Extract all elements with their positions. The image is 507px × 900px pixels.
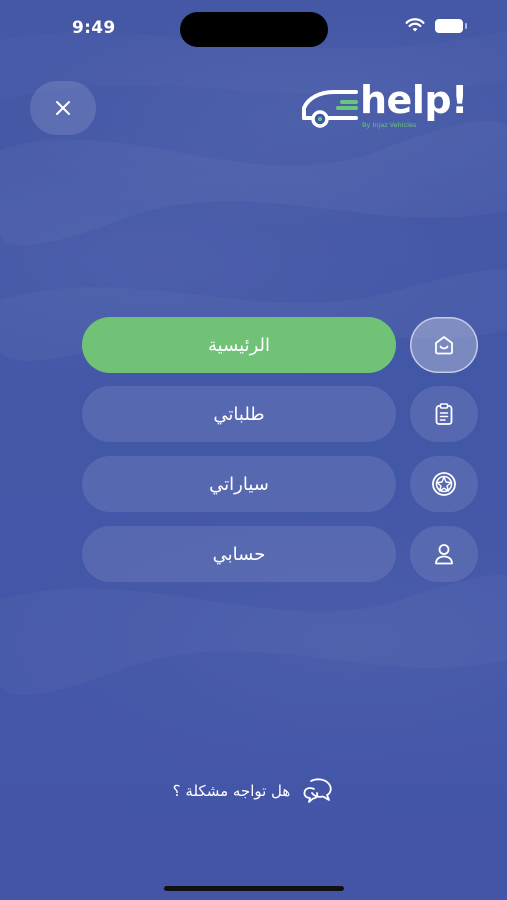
menu-label-home: الرئيسية [208, 334, 270, 356]
user-icon [435, 544, 453, 565]
menu-item-orders: طلباتي [0, 386, 507, 442]
help-link[interactable]: هل تواجه مشكلة ؟ [0, 776, 507, 806]
menu-icon-button-account[interactable] [410, 526, 478, 582]
menu-icon-button-cars[interactable] [410, 456, 478, 512]
menu-button-account[interactable]: حسابي [82, 526, 396, 582]
home-indicator [164, 886, 344, 891]
status-time: 9:49 [72, 18, 116, 38]
menu-icon-button-orders[interactable] [410, 386, 478, 442]
menu-label-orders: طلباتي [213, 403, 265, 425]
menu-item-home: الرئيسية [0, 317, 507, 373]
status-icons [405, 18, 467, 33]
background-waves [0, 0, 507, 900]
app-logo: help! By Injaz Vehicles [298, 78, 484, 132]
help-label: هل تواجه مشكلة ؟ [172, 782, 291, 800]
close-button[interactable] [30, 81, 96, 135]
close-icon [56, 101, 70, 115]
menu-item-cars: سياراتي [0, 456, 507, 512]
wheel-icon [432, 472, 456, 496]
chat-bubbles-icon [303, 778, 332, 803]
car-icon [302, 90, 358, 128]
logo-text: help! [360, 78, 468, 122]
menu-button-cars[interactable]: سياراتي [82, 456, 396, 512]
menu-label-cars: سياراتي [209, 473, 269, 495]
home-icon [435, 336, 453, 355]
menu-button-orders[interactable]: طلباتي [82, 386, 396, 442]
menu-item-account: حسابي [0, 526, 507, 582]
menu-button-home[interactable]: الرئيسية [82, 317, 396, 373]
wifi-icon [405, 18, 425, 32]
dynamic-island [180, 12, 328, 47]
battery-icon [435, 18, 467, 33]
menu-label-account: حسابي [212, 543, 266, 565]
menu-icon-button-home[interactable] [410, 317, 478, 373]
clipboard-icon [435, 403, 453, 425]
logo-subtext: By Injaz Vehicles [362, 121, 417, 129]
